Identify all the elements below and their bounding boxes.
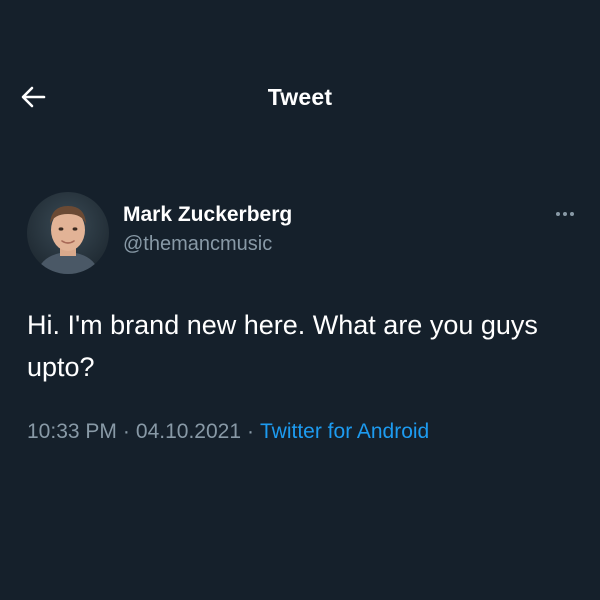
author-handle[interactable]: @themancmusic [123, 230, 292, 258]
author-row: Mark Zuckerberg @themancmusic [27, 192, 580, 276]
header-bar: Tweet [0, 72, 600, 122]
avatar-image [27, 192, 109, 274]
tweet-source-link[interactable]: Twitter for Android [260, 420, 429, 443]
meta-separator: · [247, 420, 254, 443]
tweet-text: Hi. I'm brand new here. What are you guy… [27, 310, 538, 382]
more-horizontal-icon [563, 212, 567, 216]
tweet-time: 10:33 PM [27, 420, 117, 443]
avatar[interactable] [27, 192, 109, 274]
tweet-card: Mark Zuckerberg @themancmusic Hi. I'm br… [27, 192, 580, 444]
author-names: Mark Zuckerberg @themancmusic [123, 202, 292, 258]
more-horizontal-icon [570, 212, 574, 216]
more-horizontal-icon [556, 212, 560, 216]
meta-separator: · [122, 420, 130, 443]
tweet-date: 04.10.2021 [135, 420, 241, 443]
tweet-meta: 10:33 PM · 04.10.2021 · Twitter for Android [27, 420, 580, 444]
tweet-detail-screen: Tweet Mark Zuckerberg @themancmusic Hi. … [0, 0, 600, 600]
page-title: Tweet [267, 84, 333, 110]
more-options-button[interactable] [550, 204, 580, 224]
author-display-name[interactable]: Mark Zuckerberg [123, 202, 292, 228]
